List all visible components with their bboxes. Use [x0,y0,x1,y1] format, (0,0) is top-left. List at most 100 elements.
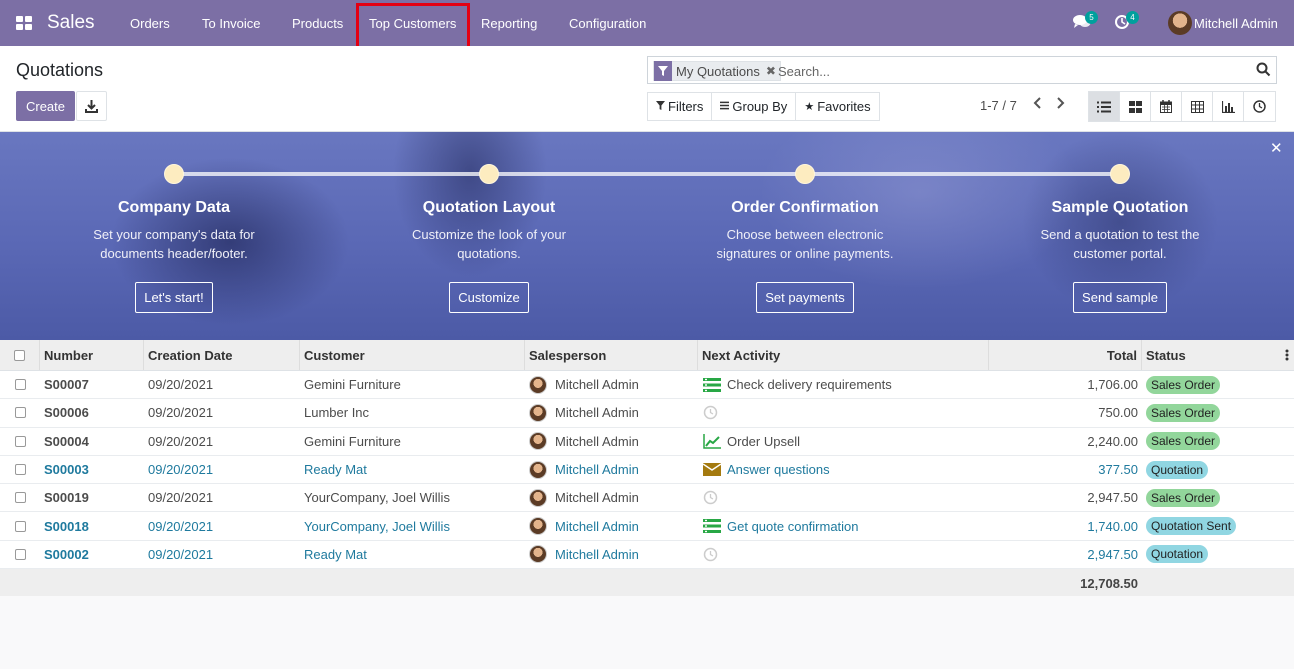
list-icon[interactable] [703,377,721,392]
customize-button[interactable]: Customize [449,282,529,313]
activities-button[interactable]: 4 [1114,11,1139,33]
cell-creation-date: 09/20/2021 [148,462,214,478]
pivot-view-button[interactable] [1182,92,1213,121]
menu-orders[interactable]: Orders [130,16,170,31]
facet-remove-icon[interactable]: ✖ [766,64,776,78]
cell-status: Quotation [1146,541,1209,568]
menu-configuration[interactable]: Configuration [569,16,646,31]
search-input[interactable] [778,61,1248,81]
header-next-activity[interactable]: Next Activity [698,340,989,370]
table-row[interactable]: S00006 09/20/2021 Lumber Inc Mitchell Admin… [0,399,1294,428]
cell-total: 377.50 [1098,462,1138,478]
row-checkbox[interactable] [14,492,26,504]
cell-number: S00002 [44,546,89,562]
cell-total: 750.00 [1098,405,1138,421]
cell-total: 2,240.00 [1087,433,1138,449]
chevron-left-icon[interactable] [1032,96,1044,113]
header-number[interactable]: Number [40,340,144,370]
cell-total: 2,947.50 [1087,490,1138,506]
salesperson-name: Mitchell Admin [555,490,639,506]
group-by-button[interactable]: Group By [712,93,797,120]
cell-salesperson: Mitchell Admin [529,399,639,426]
step-dot [1110,164,1130,184]
list-view-button[interactable] [1089,92,1120,121]
row-checkbox[interactable] [14,548,26,560]
row-checkbox[interactable] [14,520,26,532]
lets-start-button[interactable]: Let's start! [135,282,213,313]
avatar [529,375,547,394]
header-salesperson[interactable]: Salesperson [525,340,698,370]
cell-creation-date: 09/20/2021 [148,518,214,534]
activity-summary: Get quote confirmation [727,518,859,534]
header-total[interactable]: Total [989,340,1142,370]
menu-products[interactable]: Products [292,16,343,31]
set-payments-button[interactable]: Set payments [756,282,854,313]
apps-grid-icon[interactable] [16,16,32,30]
clock-icon[interactable] [703,405,721,420]
table-row[interactable]: S00019 09/20/2021 YourCompany, Joel Willis… [0,484,1294,513]
calendar-icon [1160,100,1172,113]
group-by-label: Group By [732,99,788,114]
header-creation-date[interactable]: Creation Date [144,340,300,370]
send-sample-button[interactable]: Send sample [1073,282,1167,313]
table-row[interactable]: S00003 09/20/2021 Ready Mat Mitchell Admin A… [0,455,1294,485]
step-order-confirmation: Order Confirmation Choose between electr… [685,199,925,313]
table-row[interactable]: S00018 09/20/2021 YourCompany, Joel Willis… [0,512,1294,541]
clock-icon[interactable] [703,490,721,505]
kanban-view-button[interactable] [1120,92,1151,121]
table-row[interactable]: S00007 09/20/2021 Gemini Furniture Mitchell… [0,371,1294,400]
cell-number: S00019 [44,490,89,506]
header-status[interactable]: Status [1142,340,1282,370]
search-icon[interactable] [1256,62,1271,80]
create-button[interactable]: Create [16,91,75,121]
favorites-button[interactable]: ★ Favorites [796,93,878,120]
cell-status: Sales Order [1146,371,1221,398]
cell-status: Sales Order [1146,484,1221,511]
calendar-view-button[interactable] [1151,92,1182,121]
messages-button[interactable]: 5 [1073,11,1098,33]
filters-button[interactable]: Filters [648,93,713,120]
row-checkbox[interactable] [14,464,26,476]
row-checkbox[interactable] [14,435,26,447]
select-all-cell [0,340,40,370]
row-checkbox[interactable] [14,379,26,391]
chevron-right-icon[interactable] [1054,96,1066,113]
list-icon[interactable] [703,519,721,534]
header-customer[interactable]: Customer [300,340,525,370]
download-button[interactable] [76,91,107,121]
optional-columns-icon[interactable] [1282,340,1294,370]
select-all-checkbox[interactable] [14,349,25,361]
user-name[interactable]: Mitchell Admin [1194,16,1278,31]
table-header: Number Creation Date Customer Salesperso… [0,340,1294,371]
step-dot [479,164,499,184]
clock-icon [1253,100,1266,113]
activity-summary: Answer questions [727,462,830,478]
cell-customer: Ready Mat [304,462,367,478]
step-title: Sample Quotation [1051,199,1189,216]
envelope-icon[interactable] [703,463,721,477]
row-select-cell [0,484,40,511]
chart-line-icon[interactable] [703,433,721,449]
step-dot [164,164,184,184]
table-row[interactable]: S00002 09/20/2021 Ready Mat Mitchell Admin 2… [0,540,1294,570]
clock-icon[interactable] [703,547,721,562]
cell-salesperson: Mitchell Admin [529,512,639,539]
activity-view-button[interactable] [1244,92,1275,121]
user-avatar[interactable] [1168,11,1192,35]
graph-view-button[interactable] [1213,92,1244,121]
cell-next-activity [703,484,727,511]
status-badge: Quotation Sent [1146,517,1237,536]
table-row[interactable]: S00004 09/20/2021 Gemini Furniture Mitchell… [0,427,1294,456]
salesperson-name: Mitchell Admin [555,377,639,393]
menu-to-invoice[interactable]: To Invoice [202,16,261,31]
menu-reporting[interactable]: Reporting [481,16,537,31]
status-badge: Sales Order [1146,403,1221,422]
step-title: Company Data [117,199,231,216]
facet-my-quotations: My Quotations ✖ [653,61,781,81]
row-select-cell [0,512,40,539]
pager-value[interactable]: 1-7 / 7 [980,98,1017,113]
close-icon[interactable]: ✕ [1270,139,1283,157]
row-checkbox[interactable] [14,407,26,419]
cell-customer: YourCompany, Joel Willis [304,490,450,506]
app-brand[interactable]: Sales [47,12,95,34]
